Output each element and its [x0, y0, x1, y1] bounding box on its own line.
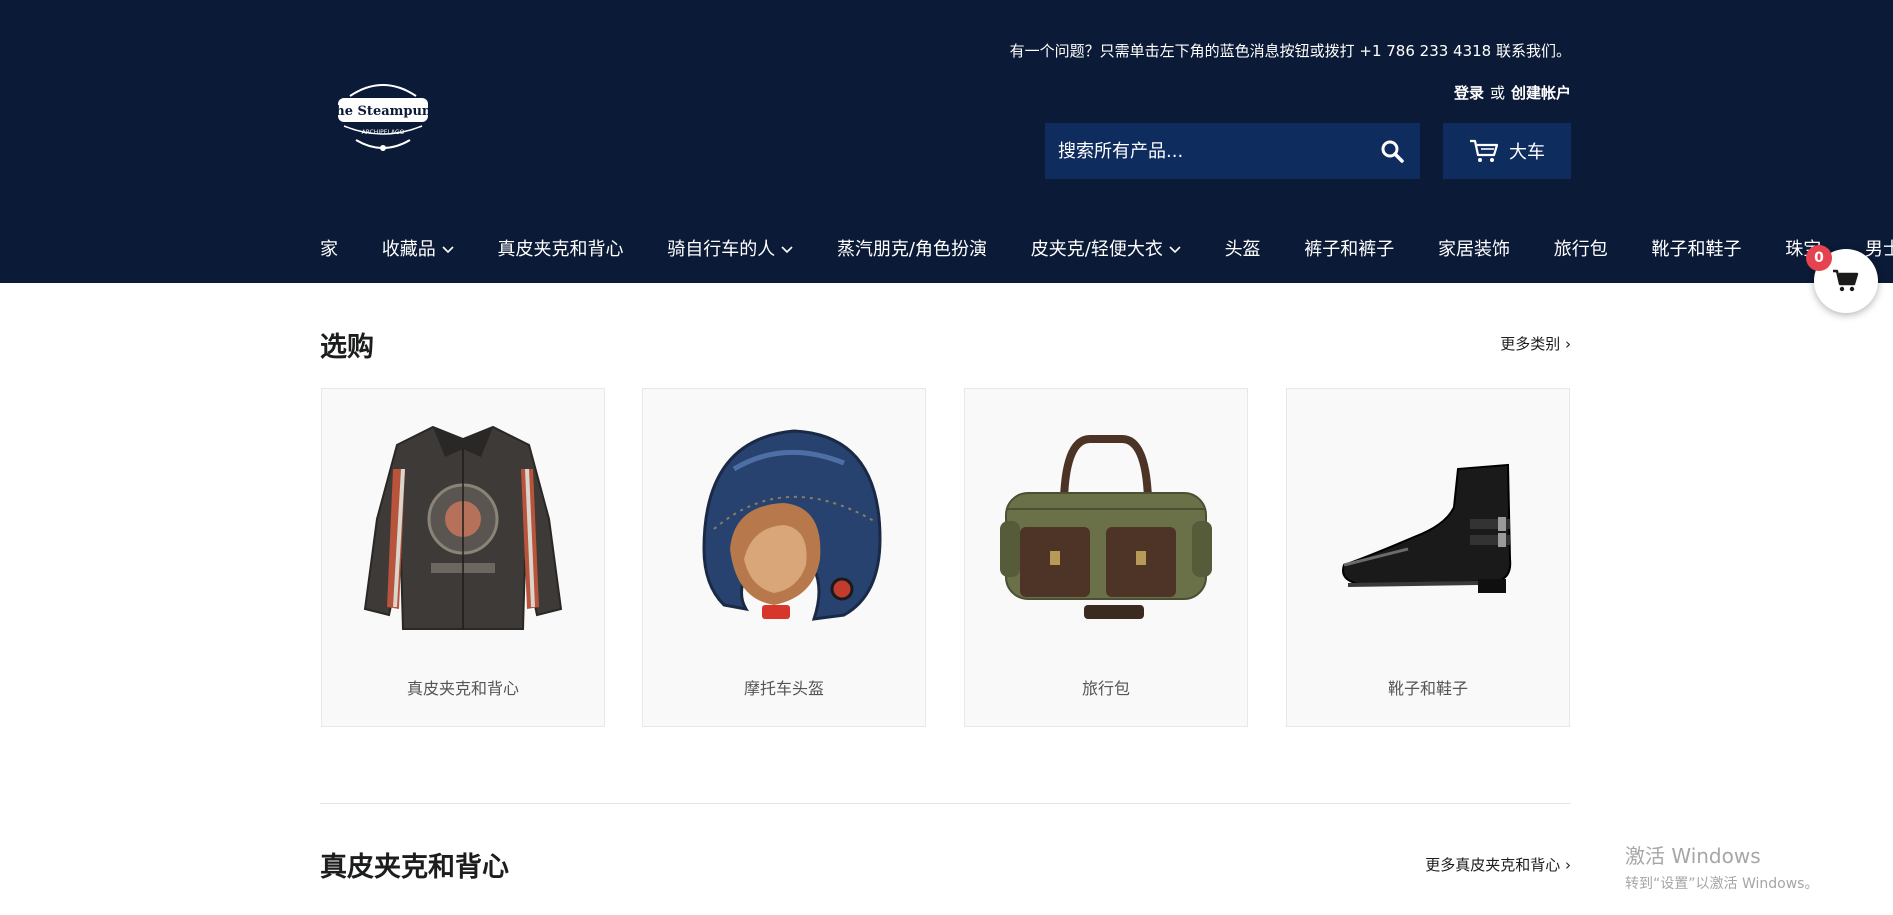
jackets-section-title: 真皮夹克和背心 — [320, 852, 509, 883]
search-input[interactable] — [1045, 123, 1364, 179]
duffel-bag-icon — [1000, 435, 1212, 619]
section-divider — [320, 803, 1571, 804]
boot-icon — [1342, 463, 1512, 593]
card-label: 靴子和鞋子 — [1387, 679, 1468, 698]
cart-icon — [1470, 139, 1499, 162]
site-logo[interactable]: The Steampunk ARCHIPELAGO — [326, 78, 441, 154]
product-image — [1287, 409, 1569, 649]
chevron-down-icon — [1169, 246, 1181, 254]
card-label: 摩托车头盔 — [743, 679, 824, 698]
cart-count-badge: 0 — [1806, 245, 1832, 271]
watermark-subtitle: 转到“设置”以激活 Windows。 — [1625, 876, 1819, 892]
svg-text:ARCHIPELAGO: ARCHIPELAGO — [362, 129, 405, 136]
windows-activation-watermark: 激活 Windows 转到“设置”以激活 Windows。 — [1625, 840, 1818, 893]
more-categories-link[interactable]: 更多类别 › — [1500, 333, 1571, 354]
cart-button[interactable]: 大车 — [1443, 123, 1571, 179]
product-image — [643, 409, 925, 649]
main-nav: 家 收藏品 真皮夹克和背心 骑自行车的人 蒸汽朋克/角色扮演 皮夹克/轻便大衣 … — [320, 235, 1893, 265]
shop-section-title: 选购 — [320, 332, 374, 363]
account-links: 登录或创建帐户 — [1454, 82, 1571, 103]
floating-cart-button[interactable]: 0 — [1806, 245, 1878, 313]
product-image — [322, 409, 604, 649]
create-account-link[interactable]: 创建帐户 — [1511, 84, 1571, 102]
collection-card-travel-bags[interactable]: 旅行包 — [964, 388, 1248, 727]
card-label: 旅行包 — [1081, 679, 1130, 698]
leather-jacket-icon — [363, 425, 563, 630]
nav-label: 骑自行车的人 — [667, 239, 776, 260]
watermark-title: 激活 Windows — [1625, 844, 1761, 868]
nav-item-leather-jackets-vests[interactable]: 真皮夹克和背心 — [497, 235, 623, 261]
nav-item-bikers[interactable]: 骑自行车的人 — [667, 235, 793, 261]
helmet-icon — [702, 429, 882, 621]
cart-label: 大车 — [1509, 142, 1545, 163]
contact-notice: 有一个问题？只需单击左下角的蓝色消息按钮或拨打 +1 786 233 4318 … — [1009, 42, 1571, 60]
nav-item-travel-bags[interactable]: 旅行包 — [1554, 235, 1608, 261]
or-text: 或 — [1489, 84, 1505, 102]
chevron-down-icon — [781, 246, 793, 254]
more-jackets-link[interactable]: 更多真皮夹克和背心 › — [1425, 854, 1571, 875]
login-link[interactable]: 登录 — [1454, 84, 1484, 102]
collection-card-leather-jackets[interactable]: 真皮夹克和背心 — [321, 388, 605, 727]
nav-item-mens-jeans[interactable]: 男士仔 — [1865, 235, 1893, 261]
nav-item-steampunk-cosplay[interactable]: 蒸汽朋克/角色扮演 — [837, 235, 987, 261]
chevron-down-icon — [442, 246, 454, 254]
collection-card-boots-shoes[interactable]: 靴子和鞋子 — [1286, 388, 1570, 727]
nav-label: 皮夹克/轻便大衣 — [1030, 239, 1163, 260]
search-bar — [1045, 123, 1420, 179]
card-label: 真皮夹克和背心 — [406, 679, 519, 698]
nav-label: 收藏品 — [381, 239, 436, 260]
site-header: 有一个问题？只需单击左下角的蓝色消息按钮或拨打 +1 786 233 4318 … — [0, 0, 1893, 283]
nav-item-home-decor[interactable]: 家居装饰 — [1438, 235, 1510, 261]
nav-item-home[interactable]: 家 — [320, 235, 338, 261]
nav-item-pants[interactable]: 裤子和裤子 — [1304, 235, 1394, 261]
nav-item-leather-coats[interactable]: 皮夹克/轻便大衣 — [1031, 235, 1181, 261]
search-button[interactable] — [1364, 123, 1420, 179]
nav-item-collectibles[interactable]: 收藏品 — [382, 235, 454, 261]
nav-item-boots-shoes[interactable]: 靴子和鞋子 — [1652, 235, 1742, 261]
collection-card-helmets[interactable]: 摩托车头盔 — [642, 388, 926, 727]
search-icon — [1381, 140, 1404, 163]
nav-item-helmets[interactable]: 头盔 — [1225, 235, 1261, 261]
product-image — [965, 409, 1247, 649]
cart-icon — [1833, 269, 1859, 292]
svg-text:The Steampunk: The Steampunk — [330, 104, 436, 119]
